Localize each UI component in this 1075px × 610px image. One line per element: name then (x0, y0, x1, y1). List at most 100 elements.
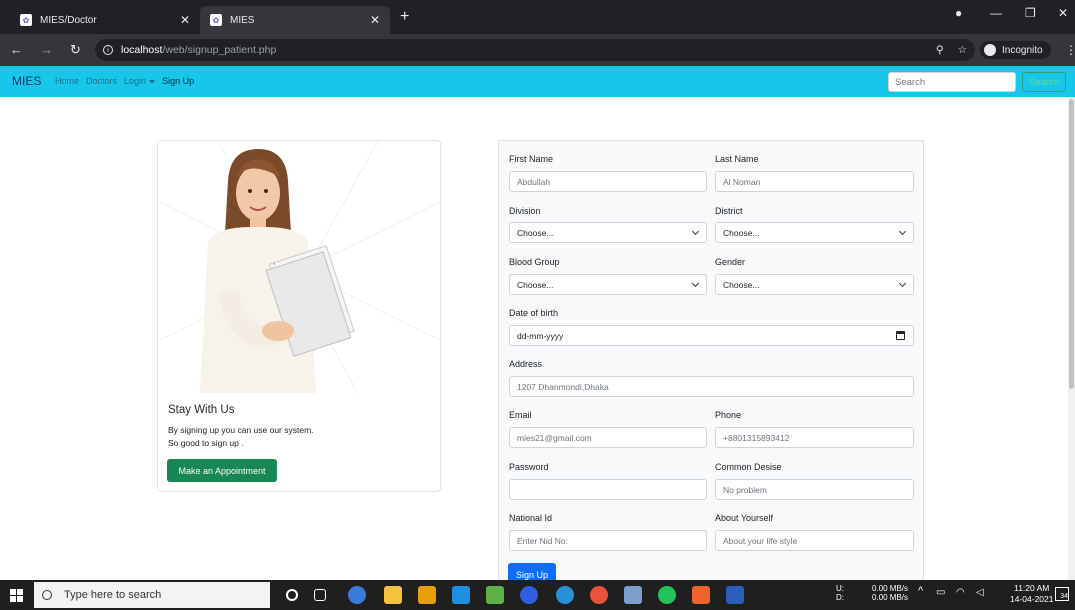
url-host: localhost (121, 44, 163, 56)
tab-title: MIES (230, 14, 255, 26)
girl-with-notebook-image (158, 141, 440, 394)
national-id-label: National Id (509, 513, 553, 523)
calendar-icon[interactable] (896, 331, 905, 340)
incognito-label: Incognito (1002, 44, 1043, 56)
brand-logo[interactable]: MIES (12, 74, 41, 88)
incognito-icon (984, 44, 996, 56)
last-name-input[interactable]: Al Noman (715, 171, 914, 192)
division-select[interactable]: Choose... (509, 222, 707, 243)
xampp-icon[interactable] (692, 586, 710, 604)
phone-label: Phone (715, 410, 742, 420)
dob-value: dd-mm-yyyy (517, 330, 564, 341)
page-scrollbar[interactable] (1068, 97, 1075, 580)
cortana-icon[interactable] (286, 589, 298, 601)
chevron-down-icon (898, 227, 907, 236)
nav-doctors[interactable]: Doctors (86, 76, 117, 86)
make-appointment-button[interactable]: Make an Appointment (167, 459, 277, 482)
sublime-text-icon[interactable] (418, 586, 436, 604)
messenger-icon[interactable] (520, 586, 538, 604)
chevron-down-icon (691, 279, 700, 288)
close-window-icon[interactable]: ✕ (1058, 6, 1068, 20)
close-tab-icon[interactable]: ✕ (180, 13, 190, 27)
reload-icon[interactable]: ↻ (70, 42, 81, 58)
new-tab-icon[interactable]: + (400, 8, 409, 26)
email-input[interactable]: mies21@gmail.com (509, 427, 707, 448)
common-desise-input[interactable]: No problem (715, 479, 914, 500)
signup-form: First Name Last Name Abdullah Al Noman D… (498, 140, 924, 588)
division-label: Division (509, 206, 541, 216)
gender-label: Gender (715, 257, 746, 267)
browser-tab-doctor[interactable]: ✿ MIES/Doctor ✕ (10, 6, 200, 34)
task-view-icon[interactable] (314, 589, 326, 601)
district-label: District (715, 206, 743, 216)
browser-tab-mies[interactable]: ✿ MIES ✕ (200, 6, 390, 34)
menu-kebab-icon[interactable]: ⋮ (1065, 43, 1075, 57)
minimize-icon[interactable]: — (990, 6, 1002, 20)
nav-login[interactable]: Login (124, 76, 156, 86)
address-input[interactable]: 1207 Dhanmondi,Dhaka (509, 376, 914, 397)
first-name-label: First Name (509, 154, 554, 164)
notification-icon[interactable]: 34 (1055, 587, 1069, 601)
net-down-label: D: (836, 593, 844, 602)
dropdown-caret-icon (149, 79, 156, 84)
district-select[interactable]: Choose... (715, 222, 914, 243)
clock-time: 11:20 AM (1014, 583, 1050, 593)
clock-date: 14-04-2021 (1010, 594, 1054, 604)
restore-icon[interactable]: ❐ (1025, 6, 1036, 20)
net-labels: U: D: (836, 584, 844, 602)
store-icon[interactable] (486, 586, 504, 604)
about-label: About Yourself (715, 513, 774, 523)
about-input[interactable]: About your life style (715, 530, 914, 551)
app-icon[interactable] (624, 586, 642, 604)
zoom-icon[interactable]: ⚲ (936, 44, 944, 56)
nav-home[interactable]: Home (55, 76, 79, 86)
chrome-icon[interactable] (348, 586, 366, 604)
file-explorer-icon[interactable] (384, 586, 402, 604)
phone-input[interactable]: +8801315893412 (715, 427, 914, 448)
card-text-line2: So good to sign up . (168, 438, 244, 448)
whatsapp-icon[interactable] (658, 586, 676, 604)
password-input[interactable] (509, 479, 707, 500)
gender-select[interactable]: Choose... (715, 274, 914, 295)
blood-group-label: Blood Group (509, 257, 560, 267)
telegram-icon[interactable] (556, 586, 574, 604)
blood-group-select[interactable]: Choose... (509, 274, 707, 295)
wifi-icon[interactable]: ◠ (956, 588, 965, 598)
net-up-label: U: (836, 584, 844, 593)
browser-app-icon[interactable] (590, 586, 608, 604)
search-icon (42, 590, 52, 600)
url-path: /web/signup_patient.php (162, 44, 277, 56)
address-bar-row: ← → ↻ i localhost/web/signup_patient.php… (0, 34, 1075, 66)
taskbar-search[interactable]: Type here to search (34, 582, 270, 608)
first-name-input[interactable]: Abdullah (509, 171, 707, 192)
tab-title: MIES/Doctor (40, 14, 97, 26)
scrollbar-thumb[interactable] (1069, 99, 1074, 389)
nav-signup[interactable]: Sign Up (162, 76, 194, 86)
word-icon[interactable] (726, 586, 744, 604)
incognito-indicator[interactable]: Incognito (980, 41, 1051, 59)
close-tab-icon[interactable]: ✕ (370, 13, 380, 27)
system-clock[interactable]: 11:20 AM 14-04-2021 (1010, 583, 1053, 605)
dob-input[interactable]: dd-mm-yyyy (509, 325, 914, 346)
url-field[interactable]: i localhost/web/signup_patient.php ⚲ ☆ (95, 39, 975, 61)
profile-icon[interactable]: ● (955, 6, 962, 20)
division-value: Choose... (517, 227, 554, 238)
navbar-search-input[interactable]: Search (888, 72, 1016, 92)
volume-icon[interactable]: ◁ (976, 588, 984, 598)
promo-card: Stay With Us By signing up you can use o… (157, 140, 441, 492)
windows-start-icon[interactable] (10, 589, 23, 602)
vscode-icon[interactable] (452, 586, 470, 604)
forward-icon[interactable]: → (40, 42, 53, 57)
chevron-down-icon (691, 227, 700, 236)
favicon-icon: ✿ (20, 14, 32, 26)
bookmark-star-icon[interactable]: ☆ (958, 44, 967, 56)
keyboard-icon[interactable]: ▭ (936, 588, 945, 598)
national-id-input[interactable]: Enter Nid No: (509, 530, 707, 551)
password-label: Password (509, 462, 549, 472)
back-icon[interactable]: ← (10, 42, 23, 57)
navbar-search-button[interactable]: Search (1022, 72, 1066, 92)
chevron-up-icon[interactable]: ^ (918, 586, 923, 597)
info-icon[interactable]: i (103, 45, 113, 55)
browser-tab-bar: ✿ MIES/Doctor ✕ ✿ MIES ✕ + ● — ❐ ✕ (0, 0, 1075, 34)
district-value: Choose... (723, 227, 760, 238)
